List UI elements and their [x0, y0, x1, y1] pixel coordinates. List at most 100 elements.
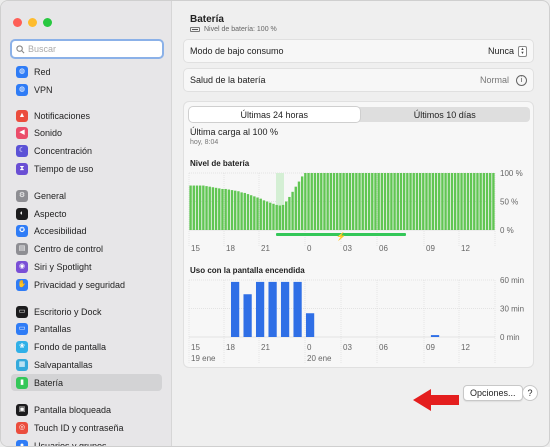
sidebar-item[interactable]: ◍ VPN: [11, 81, 162, 98]
battery-bar: [438, 173, 441, 230]
battery-bar: [339, 173, 342, 230]
sidebar-item-label: Salvapantallas: [34, 359, 93, 370]
sidebar-item-label: Pantalla bloqueada: [34, 404, 112, 415]
sidebar-item[interactable]: ❀ Fondo de pantalla: [11, 338, 162, 355]
sidebar-item-label: Aspecto: [34, 208, 67, 219]
sidebar-item[interactable]: ▣ Pantalla bloqueada: [11, 401, 162, 418]
sidebar-item-label: Privacidad y seguridad: [34, 279, 126, 290]
battery-bar: [246, 194, 250, 230]
sidebar: ◍ Red ◍ VPN ▲ Notificaciones ◀ Sonido ☾ Concentra…: [1, 1, 172, 447]
sidebar-item[interactable]: ⚙ General: [11, 187, 162, 204]
sidebar-item-label: Accesibilidad: [34, 225, 87, 236]
page-title: Batería: [190, 14, 224, 25]
low-power-value: Nunca: [487, 46, 514, 56]
sidebar-item[interactable]: ● Usuarios y grupos: [11, 437, 162, 447]
battery-bar: [208, 186, 211, 230]
battery-bar: [230, 190, 234, 230]
battery-bar: [463, 173, 466, 230]
usage-history-card: Últimas 24 horas Últimos 10 días Última …: [183, 101, 534, 368]
sidebar-item[interactable]: ◍ Red: [11, 63, 162, 80]
battery-bar: [469, 173, 473, 230]
battery-bar: [329, 173, 333, 230]
sidebar-item[interactable]: ◉ Siri y Spotlight: [11, 258, 162, 275]
options-button[interactable]: Opciones...: [463, 385, 523, 401]
battery-bar: [336, 173, 339, 230]
battery-bar: [473, 173, 476, 230]
gear-icon: ⚙: [16, 189, 28, 202]
accessibility-icon: ✪: [16, 224, 28, 237]
sidebar-item[interactable]: ▤ Centro de control: [11, 240, 162, 257]
sidebar-item[interactable]: ⧗ Tiempo de uso: [11, 160, 162, 177]
info-icon[interactable]: i: [516, 74, 527, 86]
battery-bar: [253, 196, 256, 230]
screen-usage-chart: 60 min 30 min 0 min 15 18 21 0 03 06 09 12 19 ene 20…: [188, 276, 524, 363]
y-tick-label: 0 min: [500, 333, 520, 342]
zoom-window-button[interactable]: [43, 18, 52, 27]
minimize-window-button[interactable]: [28, 18, 37, 27]
last-charge-label: Última carga al 100 %: [190, 127, 279, 137]
battery-bar: [294, 186, 297, 230]
sidebar-item[interactable]: ✋ Privacidad y seguridad: [11, 276, 162, 293]
fingerprint-icon: ◎: [16, 421, 28, 434]
battery-icon: [190, 27, 200, 32]
battery-bar: [221, 188, 224, 230]
battery-bar: [361, 173, 364, 230]
battery-bar: [218, 188, 221, 230]
screensaver-icon: ▦: [16, 358, 28, 371]
battery-bar: [313, 173, 317, 230]
x-tick-label: 18: [226, 343, 235, 352]
battery-bar: [265, 201, 269, 230]
battery-bar: [300, 176, 304, 230]
search-field[interactable]: [10, 39, 164, 59]
battery-bar: [240, 192, 243, 230]
battery-bar: [428, 173, 431, 230]
sidebar-item[interactable]: ◐ Aspecto: [11, 205, 162, 222]
usage-bar: [255, 281, 265, 337]
sidebar-item[interactable]: ◎ Touch ID y contraseña: [11, 419, 162, 436]
sidebar-item-label: Sonido: [34, 127, 63, 138]
battery-bar: [485, 173, 489, 230]
battery-bar: [316, 173, 320, 230]
red-arrow-annotation: [413, 389, 459, 411]
battery-bar: [326, 173, 329, 230]
sidebar-item[interactable]: ◀ Sonido: [11, 124, 162, 141]
battery-bar: [192, 185, 195, 230]
battery-bar: [447, 173, 450, 230]
battery-bar: [399, 173, 403, 230]
battery-bar: [288, 196, 291, 230]
usage-bar: [293, 281, 302, 337]
battery-bar: [364, 173, 368, 230]
usage-bar: [430, 335, 440, 337]
battery-pane: Batería Nivel de batería: 100 % Modo de …: [172, 1, 549, 446]
tab-last-10-days[interactable]: Últimos 10 días: [360, 107, 531, 122]
y-tick-label: 0 %: [500, 226, 514, 235]
sidebar-item[interactable]: ▭ Escritorio y Dock: [11, 303, 162, 320]
x-tick-label: 09: [426, 244, 435, 253]
x-tick-label: 21: [261, 343, 270, 352]
sidebar-item[interactable]: ✪ Accesibilidad: [11, 222, 162, 239]
tab-last-24-hours[interactable]: Últimas 24 horas: [189, 107, 360, 122]
lock-screen-icon: ▣: [16, 403, 28, 416]
close-window-button[interactable]: [13, 18, 22, 27]
sidebar-item-label: Concentración: [34, 145, 93, 156]
sidebar-item[interactable]: ▲ Notificaciones: [11, 107, 162, 124]
help-button[interactable]: ?: [522, 385, 538, 401]
search-input[interactable]: [28, 44, 158, 54]
battery-bar: [390, 173, 393, 230]
sidebar-item[interactable]: ▮ Batería: [11, 374, 162, 391]
sidebar-item[interactable]: ▦ Salvapantallas: [11, 356, 162, 373]
low-power-label: Modo de bajo consumo: [190, 46, 284, 56]
battery-health-value: Normal: [479, 75, 509, 85]
sidebar-item[interactable]: ☾ Concentración: [11, 142, 162, 159]
x-tick-label: 15: [191, 343, 200, 352]
battery-bar: [214, 187, 218, 230]
sidebar-item[interactable]: ▭ Pantallas: [11, 320, 162, 337]
battery-bar: [402, 173, 406, 230]
low-power-popup[interactable]: Nunca ▲ ▼: [487, 45, 527, 57]
sidebar-item-label: Tiempo de uso: [34, 163, 94, 174]
battery-health-row: Salud de la batería Normal i: [183, 68, 534, 92]
sidebar-item-label: Usuarios y grupos: [34, 440, 107, 447]
sidebar-item-label: Batería: [34, 377, 64, 388]
battery-bar: [479, 173, 482, 230]
x-tick-label: 06: [379, 244, 388, 253]
